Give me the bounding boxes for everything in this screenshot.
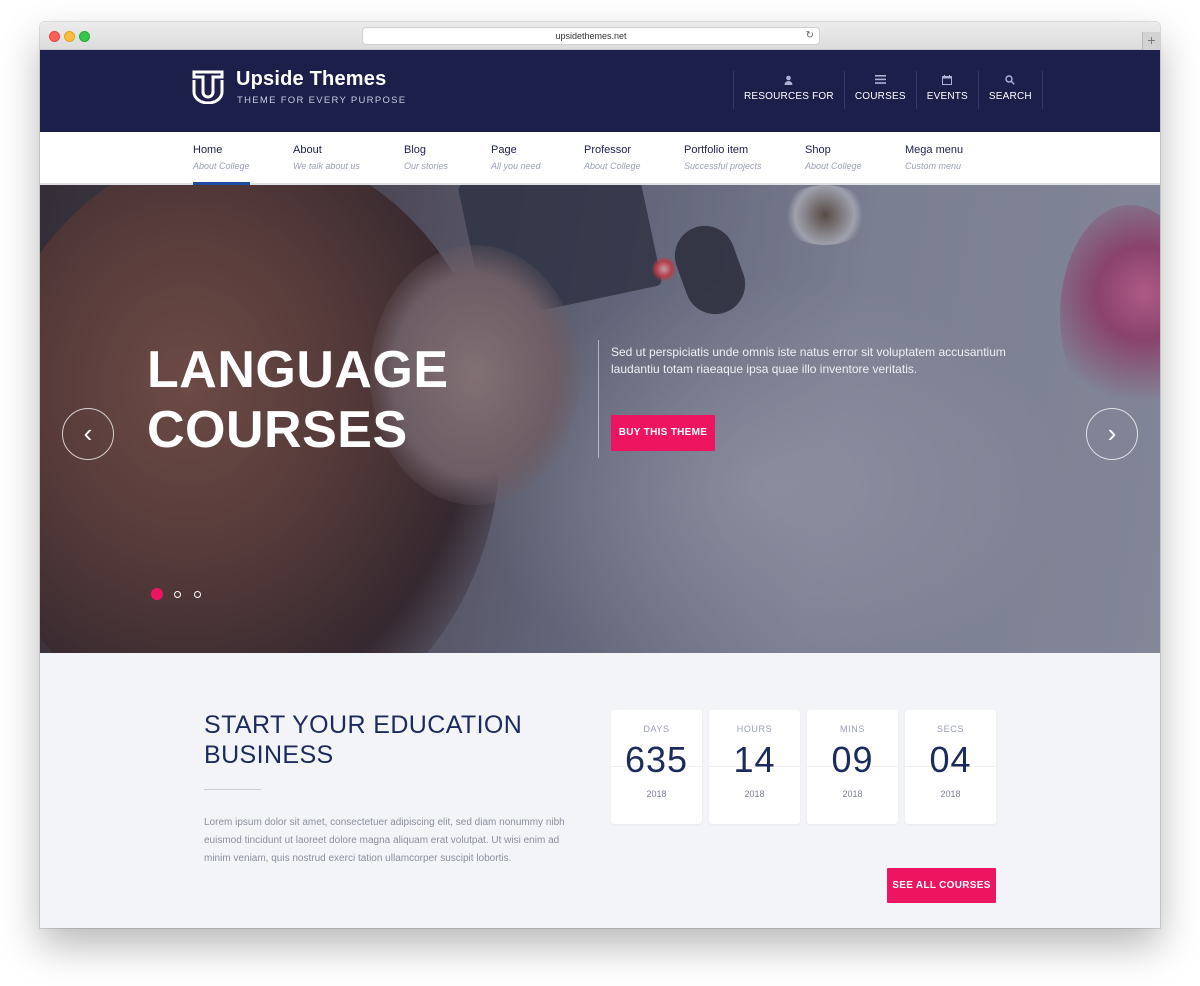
nav-item-title: Blog [404,144,427,156]
header-nav-search[interactable]: SEARCH [977,71,1043,109]
countdown-value: 14 [733,739,776,780]
list-icon [855,75,906,89]
countdown-timer: DAYS 635 2018 HOURS 14 2018 MINS 09 2018… [611,710,996,824]
hero-title: LANGUAGE COURSES [147,340,449,460]
countdown-year: 2018 [842,789,863,799]
nav-item-subtitle: Our stories [404,161,449,171]
education-text: Lorem ipsum dolor sit amet, consectetuer… [204,817,565,864]
buy-theme-button[interactable]: BUY THIS THEME [611,415,715,451]
nav-item-about[interactable]: About We talk about us [293,144,360,171]
countdown-label: DAYS [643,724,670,734]
slider-pagination [151,588,214,600]
user-icon [744,75,834,89]
countdown-year: 2018 [646,789,667,799]
nav-item-subtitle: Custom menu [905,161,962,171]
header-nav-resources[interactable]: RESOURCES FOR [733,71,844,109]
countdown-split-line [905,766,996,767]
browser-window: upsidethemes.net ↻ + Upside Themes THEME… [40,22,1160,928]
countdown-split-line [611,766,702,767]
header-nav-events[interactable]: EVENTS [915,71,978,109]
countdown-split-line [709,766,800,767]
countdown-value: 04 [929,739,972,780]
hero-title-line: COURSES [147,401,408,459]
chevron-right-icon: › [1107,418,1117,448]
brand-name[interactable]: Upside Themes [236,68,386,91]
countdown-mins: MINS 09 2018 [807,710,898,824]
calendar-icon [927,75,968,89]
nav-item-professor[interactable]: Professor About College [584,144,641,171]
url-text: upsidethemes.net [555,31,627,41]
header-nav-courses[interactable]: COURSES [843,71,916,109]
countdown-hours: HOURS 14 2018 [709,710,800,824]
hero-slider: LANGUAGE COURSES Sed ut perspiciatis und… [40,185,1160,653]
hero-description: Sed ut perspiciatis unde omnis iste natu… [611,345,1006,376]
countdown-split-line [807,766,898,767]
nav-item-subtitle: About College [584,161,641,171]
nav-item-portfolio[interactable]: Portfolio item Successful projects [684,144,762,171]
close-window-button[interactable] [49,31,60,42]
slider-prev-button[interactable]: ‹ [62,408,114,460]
nav-item-page[interactable]: Page All you need [491,144,541,171]
slider-next-button[interactable]: › [1086,408,1138,460]
hero-divider [598,340,599,458]
address-bar[interactable]: upsidethemes.net ↻ [362,27,820,45]
countdown-days: DAYS 635 2018 [611,710,702,824]
header-nav-label: EVENTS [926,91,968,102]
reload-icon[interactable]: ↻ [806,28,814,44]
header-nav-label: RESOURCES FOR [744,91,834,102]
zoom-window-button[interactable] [79,31,90,42]
countdown-year: 2018 [744,789,765,799]
countdown-label: SECS [937,724,964,734]
nav-item-mega-menu[interactable]: Mega menu Custom menu [905,144,963,171]
countdown-value: 635 [624,739,689,780]
nav-item-home[interactable]: Home About College [193,144,250,185]
nav-item-title: Portfolio item [684,144,749,156]
slider-dot-2[interactable] [174,590,181,598]
nav-item-title: Mega menu [905,144,964,156]
nav-item-title: About [293,144,322,156]
new-tab-button[interactable]: + [1142,32,1160,50]
header-nav-label: COURSES [854,91,906,102]
browser-toolbar: upsidethemes.net ↻ + [40,22,1160,50]
nav-item-title: Page [491,144,517,156]
nav-item-subtitle: About College [193,161,250,171]
chevron-left-icon: ‹ [83,418,93,448]
see-all-courses-button[interactable]: SEE ALL COURSES [887,868,996,903]
slider-dot-3[interactable] [194,590,201,598]
brand-tagline: THEME FOR EVERY PURPOSE [237,95,407,106]
nav-item-title: Home [193,144,223,156]
logo-icon[interactable] [192,70,224,104]
education-section: START YOUR EDUCATION BUSINESS Lorem ipsu… [40,653,1160,928]
nav-item-shop[interactable]: Shop About College [805,144,862,171]
countdown-label: MINS [840,724,865,734]
nav-item-blog[interactable]: Blog Our stories [404,144,448,171]
search-icon [989,75,1032,89]
slider-dot-1[interactable] [151,588,163,600]
header-nav-label: SEARCH [988,91,1032,102]
education-title: START YOUR EDUCATION BUSINESS [204,711,523,769]
countdown-secs: SECS 04 2018 [905,710,996,824]
countdown-value: 09 [831,739,874,780]
main-navigation: Home About College About We talk about u… [40,132,1160,185]
countdown-year: 2018 [940,789,961,799]
nav-item-subtitle: About College [805,161,862,171]
minimize-window-button[interactable] [64,31,75,42]
nav-item-subtitle: We talk about us [293,161,360,171]
header-quick-nav: RESOURCES FOR COURSES EVENTS SEARCH [733,71,1043,109]
countdown-label: HOURS [736,724,773,734]
nav-item-subtitle: All you need [491,161,541,171]
nav-item-title: Professor [584,144,632,156]
nav-item-subtitle: Successful projects [684,161,762,171]
education-divider [204,789,261,790]
nav-item-title: Shop [805,144,831,156]
site-header: Upside Themes THEME FOR EVERY PURPOSE RE… [40,50,1160,132]
hero-title-line: LANGUAGE [147,341,449,399]
